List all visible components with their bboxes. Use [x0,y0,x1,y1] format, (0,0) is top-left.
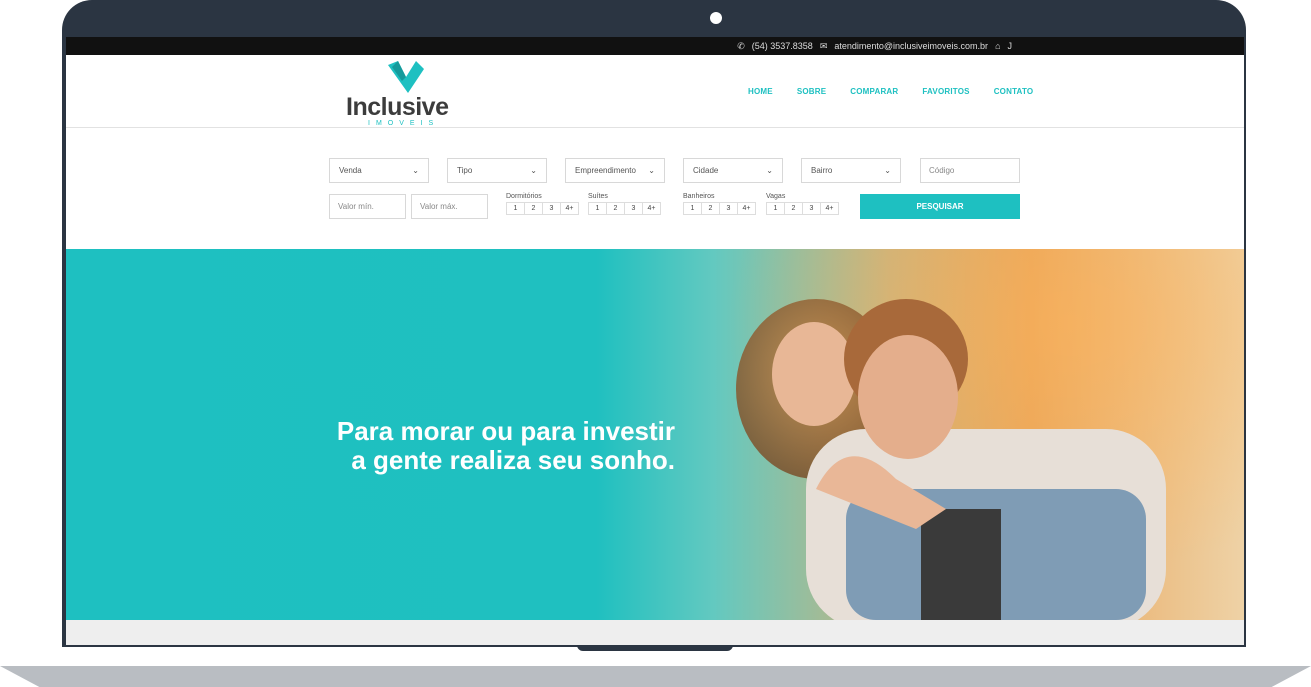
phone-number[interactable]: (54) 3537.8358 [752,41,813,51]
suites-label: Suítes [588,193,608,200]
dormitorios-label: Dormitórios [506,193,542,200]
hero-line-1: Para morar ou para investir [336,416,675,446]
camera-dot [710,12,722,24]
vagas-option[interactable]: 2 [784,202,803,215]
site-header: Inclusive IMOVEIS HOME SOBRE COMPARAR FA… [66,55,1244,128]
vagas-option[interactable]: 4+ [820,202,839,215]
vagas-label: Vagas [766,193,786,200]
email-icon: ✉ [819,40,828,51]
select-cidade[interactable]: Cidade ⌄ [683,158,783,183]
phone-icon: ✆ [737,40,745,51]
search-form: Venda ⌄ Tipo ⌄ Empreendimento ⌄ Cidade ⌄… [66,129,1244,249]
top-contact-bar: ✆ (54) 3537.8358 ✉ atendimento@inclusive… [66,37,1244,55]
nav-sobre[interactable]: SOBRE [797,87,826,96]
vagas-group: Vagas 1 2 3 4+ [766,193,839,215]
screen: ✆ (54) 3537.8358 ✉ atendimento@inclusive… [66,37,1244,645]
banheiros-label: Banheiros [683,193,715,200]
vagas-option[interactable]: 1 [766,202,785,215]
banheiros-option[interactable]: 3 [719,202,738,215]
dormitorios-option[interactable]: 4+ [560,202,579,215]
suites-option[interactable]: 3 [624,202,643,215]
dormitorios-option[interactable]: 1 [506,202,525,215]
main-nav: HOME SOBRE COMPARAR FAVORITOS CONTATO [748,87,1033,96]
laptop-notch [577,645,733,651]
laptop-base [0,666,1311,687]
suites-option[interactable]: 1 [588,202,607,215]
hero-banner: Para morar ou para investir a gente real… [66,249,1244,620]
home-icon[interactable]: ⌂ [995,41,1000,51]
logo-name: Inclusive [346,93,449,121]
dormitorios-option[interactable]: 2 [524,202,543,215]
valor-max-input[interactable]: Valor máx. [411,194,488,219]
pesquisar-button[interactable]: PESQUISAR [860,194,1020,219]
banheiros-option[interactable]: 2 [701,202,720,215]
select-empreendimento-label: Empreendimento [575,166,636,175]
chevron-down-icon: ⌄ [648,166,655,175]
select-tipo-label: Tipo [457,166,473,175]
codigo-input[interactable]: Código [920,158,1020,183]
chevron-down-icon: ⌄ [766,166,773,175]
select-bairro[interactable]: Bairro ⌄ [801,158,901,183]
nav-comparar[interactable]: COMPARAR [850,87,898,96]
content-strip [66,620,1244,645]
select-venda[interactable]: Venda ⌄ [329,158,429,183]
banheiros-option[interactable]: 1 [683,202,702,215]
select-cidade-label: Cidade [693,166,719,175]
vagas-option[interactable]: 3 [802,202,821,215]
select-venda-label: Venda [339,166,362,175]
chevron-down-icon: ⌄ [412,166,419,175]
suites-option[interactable]: 2 [606,202,625,215]
chevron-down-icon: ⌄ [530,166,537,175]
couple-photo [736,299,1166,620]
nav-home[interactable]: HOME [748,87,773,96]
select-empreendimento[interactable]: Empreendimento ⌄ [565,158,665,183]
chevron-down-icon: ⌄ [884,166,891,175]
select-tipo[interactable]: Tipo ⌄ [447,158,547,183]
dormitorios-group: Dormitórios 1 2 3 4+ [506,193,579,215]
nav-contato[interactable]: CONTATO [994,87,1034,96]
banheiros-group: Banheiros 1 2 3 4+ [683,193,756,215]
suites-group: Suítes 1 2 3 4+ [588,193,661,215]
email-address[interactable]: atendimento@inclusiveimoveis.com.br [834,41,988,51]
logo[interactable]: Inclusive IMOVEIS [346,59,458,127]
nav-favoritos[interactable]: FAVORITOS [922,87,969,96]
hero-line-2: a gente realiza seu sonho. [351,445,675,475]
suites-option[interactable]: 4+ [642,202,661,215]
logo-subtitle: IMOVEIS [368,120,440,127]
logo-mark-icon [388,61,424,93]
banheiros-option[interactable]: 4+ [737,202,756,215]
select-bairro-label: Bairro [811,166,833,175]
valor-min-input[interactable]: Valor mín. [329,194,406,219]
topbar-extra[interactable]: J [1008,41,1013,51]
hero-headline: Para morar ou para investir a gente real… [280,417,675,475]
dormitorios-option[interactable]: 3 [542,202,561,215]
